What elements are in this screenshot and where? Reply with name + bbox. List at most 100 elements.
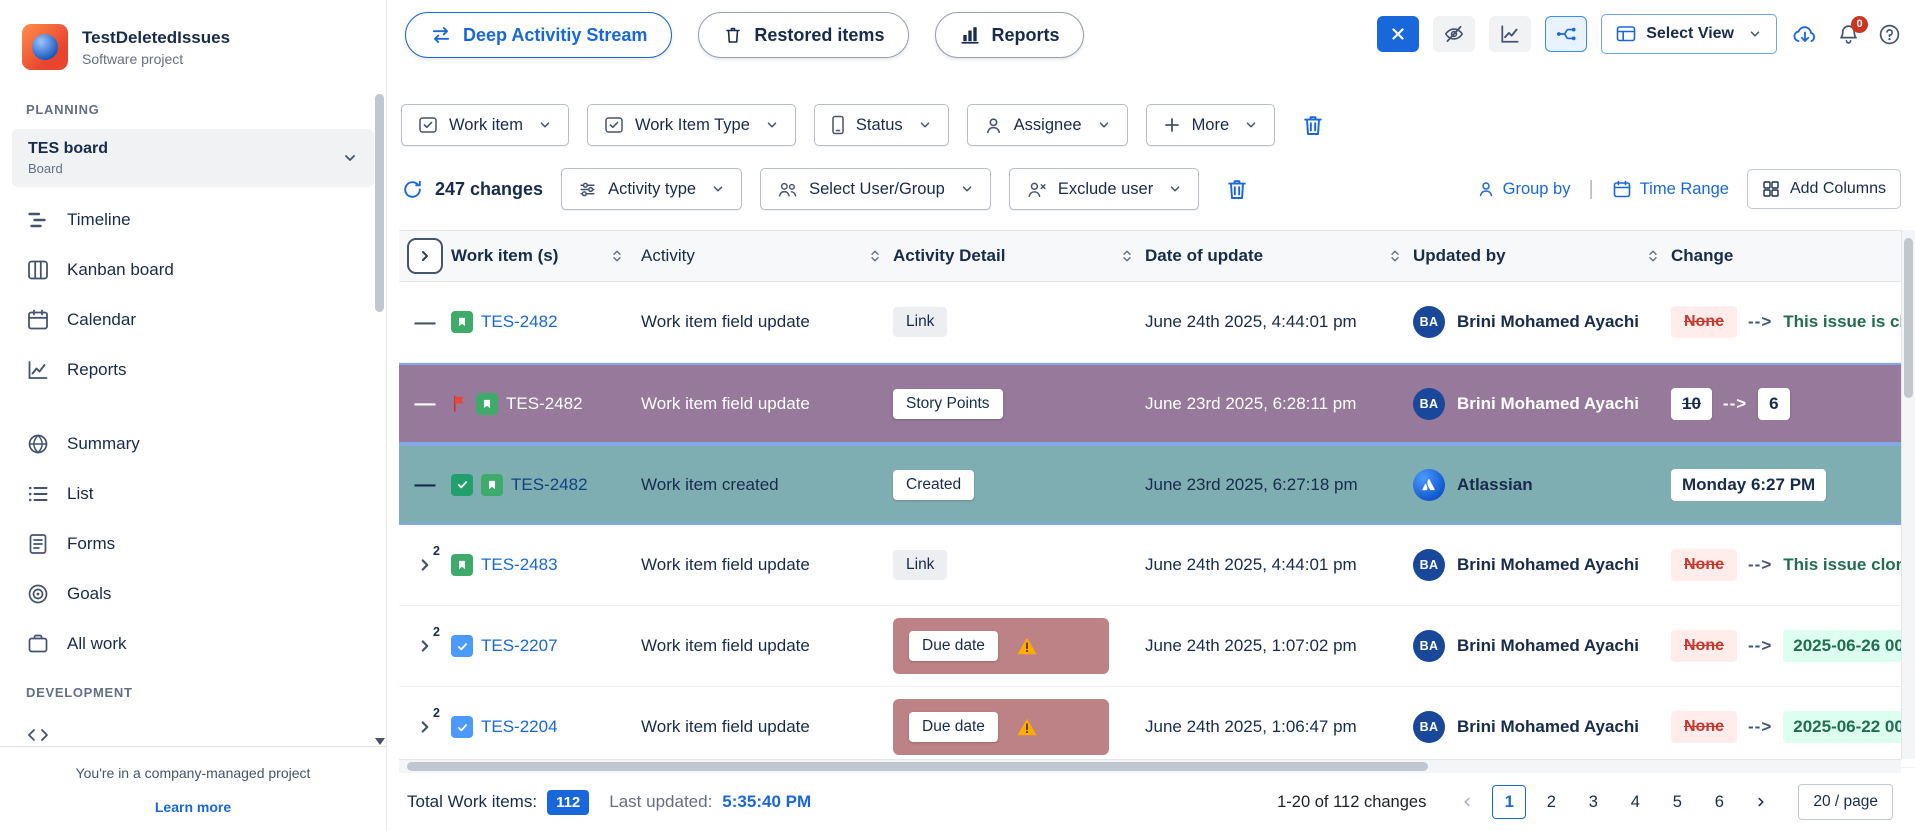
sidebar-item-kanban-board[interactable]: Kanban board [0, 245, 386, 295]
filter-row-primary: Work item Work Item Type Status Assignee [399, 104, 1915, 146]
sidebar-scrollbar-thumb[interactable] [375, 94, 384, 312]
sidebar-item-goals[interactable]: Goals [0, 569, 386, 619]
horizontal-scrollbar-thumb[interactable] [407, 762, 1428, 771]
activity-cell: Work item field update [641, 394, 893, 414]
sidebar-item-development-partial[interactable] [0, 710, 386, 746]
new-value: This issue clone [1783, 555, 1915, 575]
table-row[interactable]: — TES-2482 Work item field update Link J… [399, 282, 1915, 363]
expand-icon[interactable]: 2 [413, 712, 437, 742]
sidebar-item-all-work[interactable]: All work [0, 619, 386, 669]
help-button[interactable] [1878, 23, 1901, 46]
select-view-dropdown[interactable]: Select View [1601, 14, 1777, 54]
filter-work-item[interactable]: Work item [401, 104, 569, 146]
sliders-icon [578, 180, 597, 199]
tab-restored-items[interactable]: Restored items [698, 12, 909, 58]
flag-icon [451, 394, 468, 413]
collapse-icon[interactable]: — [415, 474, 436, 495]
last-updated-value: 5:35:40 PM [722, 792, 811, 812]
chevron-down-icon [711, 182, 725, 196]
tab-reports[interactable]: Reports [935, 12, 1084, 58]
project-avatar [22, 24, 68, 70]
close-button[interactable] [1377, 16, 1419, 52]
updated-by-name: Brini Mohamed Ayachi [1457, 394, 1639, 414]
filter-assignee[interactable]: Assignee [967, 104, 1128, 146]
expand-icon[interactable]: 2 [413, 550, 437, 580]
work-item-link[interactable]: TES-2482 [481, 312, 558, 332]
sidebar-item-label: Kanban board [67, 260, 174, 280]
sidebar-item-tes-board[interactable]: TES board Board [12, 129, 374, 187]
sort-icon[interactable] [1387, 248, 1403, 264]
next-page-button[interactable] [1744, 785, 1778, 819]
table-row[interactable]: 2 TES-2204 Work item field update Due da… [399, 687, 1915, 768]
page-button[interactable]: 1 [1492, 785, 1526, 819]
filter-select-user-group[interactable]: Select User/Group [760, 168, 991, 210]
sort-icon[interactable] [1645, 248, 1661, 264]
activity-cell: Work item field update [641, 555, 893, 575]
table-row[interactable]: 2 TES-2207 Work item field update Due da… [399, 606, 1915, 687]
cloud-download-icon[interactable] [1791, 22, 1819, 46]
work-item-link[interactable]: TES-2207 [481, 636, 558, 656]
sidebar-item-reports[interactable]: Reports [0, 345, 386, 395]
sidebar-item-forms[interactable]: Forms [0, 519, 386, 569]
tab-deep-activity-stream[interactable]: Deep Activitiy Stream [405, 12, 672, 58]
page-button[interactable]: 5 [1660, 785, 1694, 819]
activity-detail-badge: Due date [909, 631, 998, 661]
time-range-label: Time Range [1640, 180, 1729, 199]
scroll-down-arrow-icon[interactable] [375, 738, 385, 745]
main-content: Deep Activitiy Stream Restored items Rep… [387, 0, 1915, 831]
group-by-button[interactable]: Group by [1477, 180, 1571, 199]
filter-more[interactable]: More [1146, 104, 1276, 146]
sidebar-item-label: Summary [67, 434, 140, 454]
line-chart-icon [1499, 23, 1521, 45]
sort-icon[interactable] [1119, 248, 1135, 264]
learn-more-link[interactable]: Learn more [155, 799, 231, 815]
refresh-icon[interactable] [401, 178, 424, 201]
group-by-label: Group by [1503, 180, 1571, 199]
work-item-link[interactable]: TES-2482 [511, 475, 588, 495]
warning-icon [1016, 636, 1038, 656]
filter-activity-type[interactable]: Activity type [561, 168, 742, 210]
work-item-link[interactable]: TES-2482 [506, 394, 583, 414]
page-button[interactable]: 2 [1534, 785, 1568, 819]
code-icon [26, 723, 50, 746]
prev-page-button[interactable] [1450, 785, 1484, 819]
expand-all-button[interactable] [407, 238, 443, 274]
page-button[interactable]: 4 [1618, 785, 1652, 819]
sidebar-item-calendar[interactable]: Calendar [0, 295, 386, 345]
expand-icon[interactable]: 2 [413, 631, 437, 661]
sidebar-item-timeline[interactable]: Timeline [0, 195, 386, 245]
sidebar-nav: PLANNING TES board Board Timeline Kanban… [0, 86, 386, 746]
page-button[interactable]: 6 [1702, 785, 1736, 819]
sidebar-item-summary[interactable]: Summary [0, 419, 386, 469]
table-row[interactable]: 2 TES-2483 Work item field update Link J… [399, 525, 1915, 606]
stream-view-button[interactable] [1545, 16, 1587, 52]
toolbar-actions: Select View 0 [1377, 12, 1901, 54]
tab-label: Deep Activitiy Stream [463, 25, 647, 46]
chart-view-button[interactable] [1489, 16, 1531, 52]
collapse-icon[interactable]: — [415, 393, 436, 414]
sidebar-item-list[interactable]: List [0, 469, 386, 519]
date-cell: June 24th 2025, 1:07:02 pm [1145, 636, 1413, 656]
filter-work-item-type[interactable]: Work Item Type [587, 104, 796, 146]
work-item-link[interactable]: TES-2483 [481, 555, 558, 575]
time-range-button[interactable]: Time Range [1612, 179, 1729, 199]
add-columns-button[interactable]: Add Columns [1747, 169, 1901, 209]
hide-columns-button[interactable] [1433, 16, 1475, 52]
filter-exclude-user[interactable]: Exclude user [1009, 168, 1199, 210]
clear-activity-filters-trash-icon[interactable] [1225, 177, 1249, 201]
table-row-highlighted[interactable]: — TES-2482 Work item field update Story … [399, 363, 1915, 444]
filter-status[interactable]: Status [814, 104, 949, 146]
work-item-link[interactable]: TES-2204 [481, 717, 558, 737]
date-cell: June 23rd 2025, 6:28:11 pm [1145, 394, 1413, 414]
vertical-scrollbar-thumb[interactable] [1904, 238, 1913, 398]
notifications-button[interactable]: 0 [1837, 23, 1860, 46]
table-row-highlighted[interactable]: — TES-2482 Work item created Created Jun… [399, 444, 1915, 525]
sort-icon[interactable] [609, 248, 625, 264]
work-item-icon [418, 115, 438, 135]
sidebar-item-label: Reports [67, 360, 127, 380]
page-size-select[interactable]: 20 / page [1798, 784, 1893, 820]
page-button[interactable]: 3 [1576, 785, 1610, 819]
clear-filters-trash-icon[interactable] [1301, 113, 1325, 137]
sort-icon[interactable] [867, 248, 883, 264]
collapse-icon[interactable]: — [415, 312, 436, 333]
